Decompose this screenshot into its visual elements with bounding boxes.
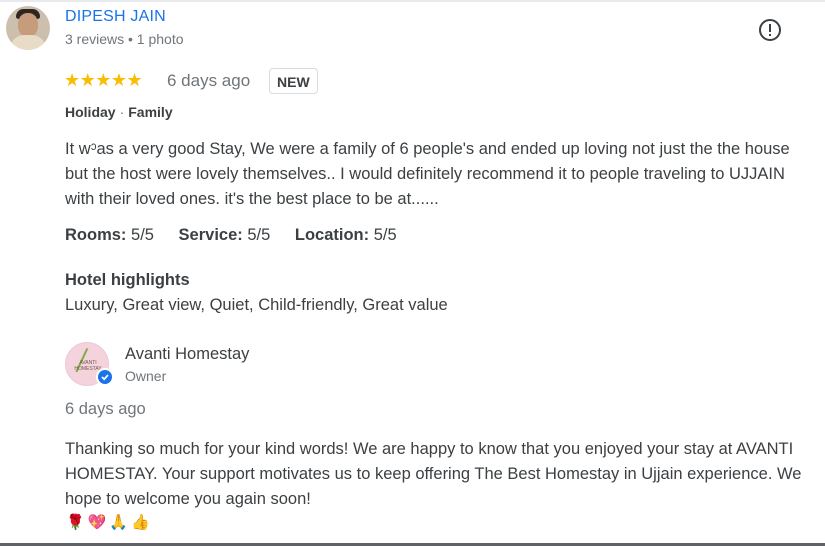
reviewer-meta: 3 reviews • 1 photo [65,31,184,47]
reviewer-avatar[interactable] [6,6,50,50]
new-badge: NEW [269,68,318,94]
highlights-title: Hotel highlights [65,271,190,289]
separator-dot: · [119,104,125,120]
rating-service: Service: 5/5 [178,226,271,244]
owner-reply-text: Thanking so much for your kind words! We… [65,440,802,508]
report-button[interactable] [756,16,784,44]
trip-type: Holiday [65,104,116,120]
trip-context: Holiday · Family [65,104,173,120]
owner-reply-emojis: 🌹💖🙏👍 [66,514,153,531]
top-divider [0,0,825,2]
rating-location: Location: 5/5 [294,226,397,244]
owner-reply-date: 6 days ago [65,400,146,418]
trip-group: Family [128,104,173,120]
report-flag-icon [759,19,781,41]
highlights-list: Luxury, Great view, Quiet, Child-friendl… [65,296,448,314]
review-text: It wᵓas a very good Stay, We were a fami… [65,140,790,208]
star-rating: ★★★★★ [64,70,143,90]
owner-role: Owner [125,368,167,384]
sub-ratings: Rooms: 5/5 Service: 5/5 Location: 5/5 [65,226,417,245]
reviewer-name[interactable]: DIPESH JAIN [65,8,166,26]
verified-check-icon [96,368,114,386]
review-date: 6 days ago [167,71,251,90]
rating-rooms: Rooms: 5/5 [65,226,154,244]
owner-name[interactable]: Avanti Homestay [125,345,249,364]
